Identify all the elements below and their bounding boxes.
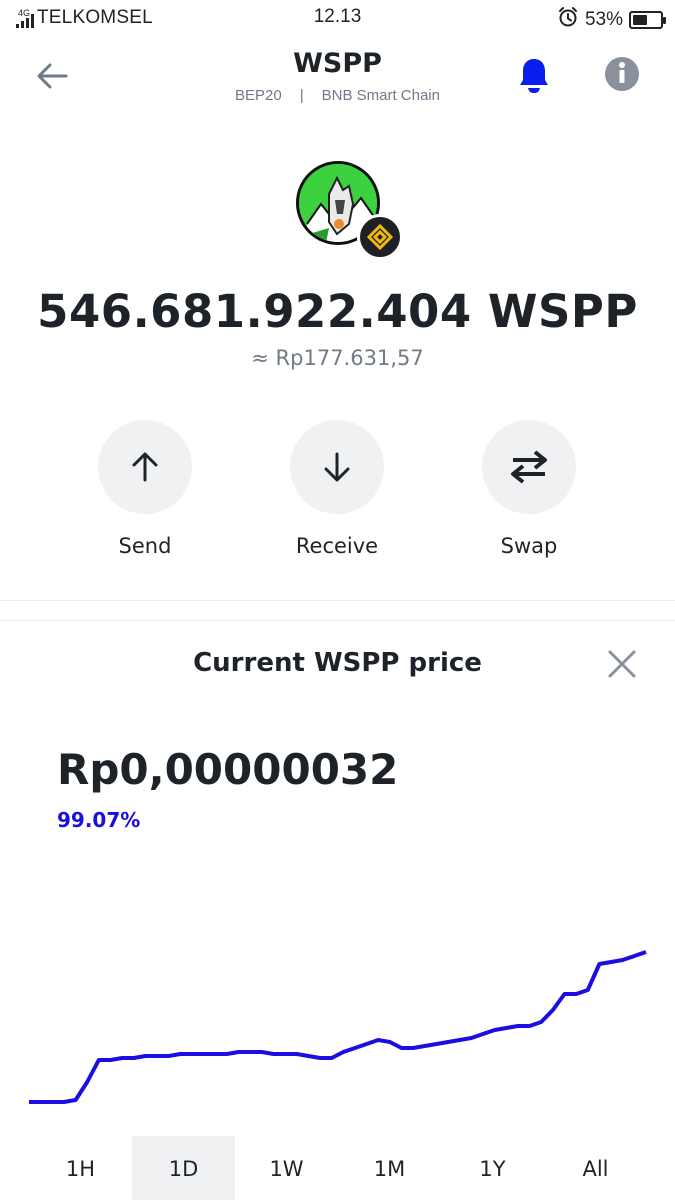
- price-chart[interactable]: [0, 900, 675, 1140]
- close-price-panel-button[interactable]: [604, 646, 640, 682]
- battery-level: [633, 14, 647, 25]
- current-price: Rp0,00000032: [57, 745, 399, 794]
- price-panel-title: Current WSPP price: [193, 648, 482, 678]
- bnb-icon: [366, 223, 394, 251]
- swap-label: Swap: [500, 534, 558, 558]
- battery-icon: [629, 10, 666, 29]
- bell-icon: [520, 59, 548, 93]
- time-range-tabs: 1H 1D 1W 1M 1Y All: [0, 1136, 675, 1200]
- chain-name: BNB Smart Chain: [321, 87, 440, 104]
- subtitle-separator: |: [299, 87, 304, 104]
- bnb-chain-badge: [357, 214, 403, 260]
- status-right: 53%: [557, 6, 666, 33]
- divider: [0, 600, 675, 601]
- send-label: Send: [118, 534, 172, 558]
- tab-1h[interactable]: 1H: [29, 1136, 132, 1200]
- tab-1y[interactable]: 1Y: [441, 1136, 544, 1200]
- info-icon: [605, 57, 639, 91]
- fiat-value: ≈ Rp177.631,57: [251, 346, 424, 370]
- info-button[interactable]: [602, 54, 642, 94]
- network-subtitle: BEP20 | BNB Smart Chain: [0, 87, 675, 104]
- token-balance: 546.681.922.404 WSPP: [37, 285, 638, 338]
- receive-button[interactable]: Receive: [257, 420, 417, 558]
- close-icon: [608, 650, 636, 678]
- page-title: WSPP: [293, 48, 382, 79]
- send-icon-circle: [98, 420, 192, 514]
- arrow-down-icon: [324, 452, 350, 482]
- arrow-up-icon: [132, 452, 158, 482]
- receive-label: Receive: [295, 534, 379, 558]
- receive-icon-circle: [290, 420, 384, 514]
- network-standard: BEP20: [235, 87, 282, 104]
- send-button[interactable]: Send: [65, 420, 225, 558]
- swap-arrows-icon: [511, 450, 547, 484]
- price-alert-button[interactable]: [512, 54, 556, 98]
- battery-percent: 53%: [584, 8, 623, 30]
- title-block: WSPP BEP20 | BNB Smart Chain: [0, 48, 675, 104]
- token-header: WSPP BEP20 | BNB Smart Chain: [0, 40, 675, 120]
- swap-button[interactable]: Swap: [449, 420, 609, 558]
- divider: [0, 620, 675, 621]
- alarm-icon: [557, 6, 579, 33]
- tab-all[interactable]: All: [544, 1136, 647, 1200]
- price-line: [29, 950, 647, 1104]
- tab-1w[interactable]: 1W: [235, 1136, 338, 1200]
- status-bar: 4G TELKOMSEL 12.13 53%: [0, 0, 675, 34]
- tab-1m[interactable]: 1M: [338, 1136, 441, 1200]
- price-change: 99.07%: [57, 808, 141, 832]
- tab-1d[interactable]: 1D: [132, 1136, 235, 1200]
- swap-icon-circle: [482, 420, 576, 514]
